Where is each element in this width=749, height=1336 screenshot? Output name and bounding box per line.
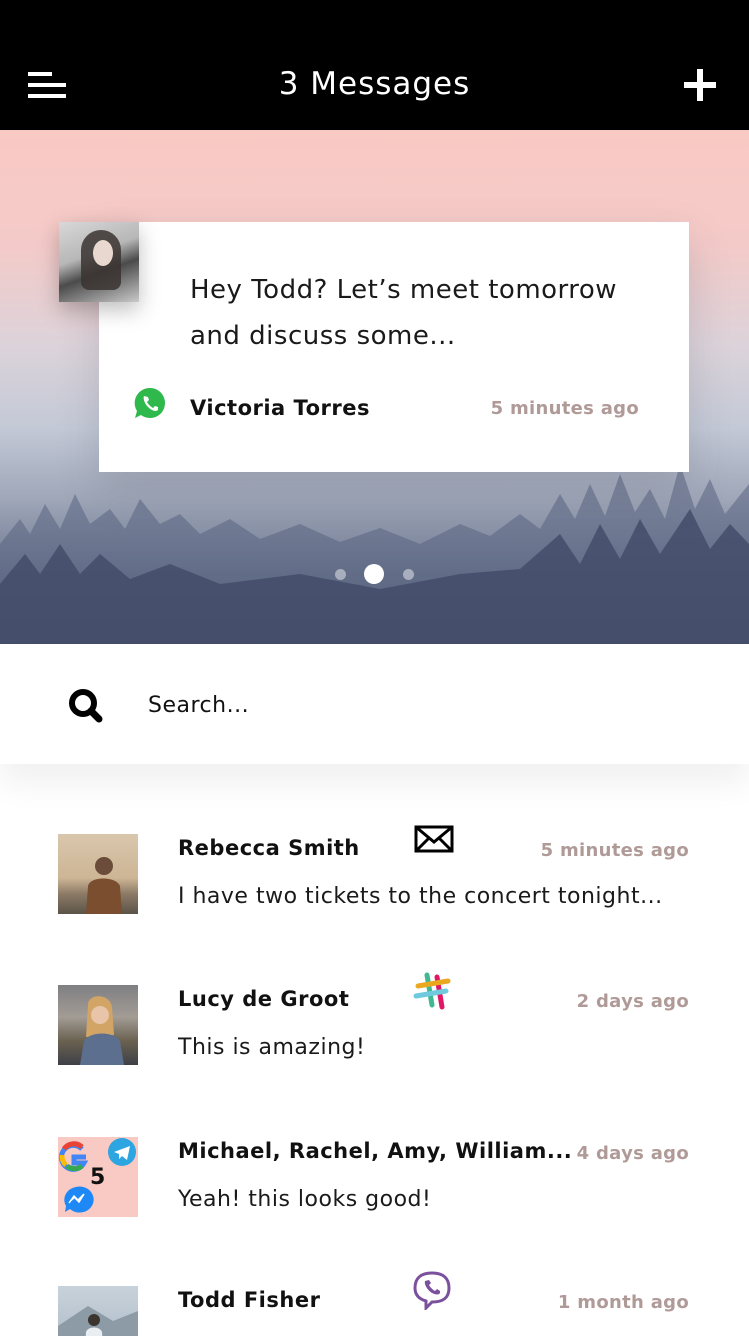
plus-bar — [697, 69, 703, 101]
messenger-icon — [64, 1186, 94, 1213]
featured-message-card[interactable]: Hey Todd? Let’s meet tomorrow and discus… — [99, 222, 689, 472]
list-item[interactable]: 5 Michael, Rachel, Amy, William... 4 day… — [0, 1067, 749, 1217]
avatar-person — [86, 857, 122, 914]
carousel-dot-active[interactable] — [364, 564, 384, 584]
plus-icon[interactable] — [684, 69, 716, 101]
sender-name: Lucy de Groot — [178, 987, 350, 1011]
message-preview: Yeah! this looks good! — [178, 1187, 432, 1212]
avatar[interactable] — [59, 222, 139, 302]
list-item[interactable]: Rebecca Smith 5 minutes ago I have two t… — [0, 764, 749, 914]
featured-message-carousel[interactable]: Hey Todd? Let’s meet tomorrow and discus… — [0, 130, 749, 644]
search-icon[interactable] — [66, 686, 104, 724]
sender-name: Todd Fisher — [178, 1288, 321, 1312]
google-icon — [58, 1141, 89, 1172]
timestamp: 4 days ago — [576, 1143, 689, 1164]
message-list: Rebecca Smith 5 minutes ago I have two t… — [0, 764, 749, 1336]
timestamp: 1 month ago — [557, 1292, 689, 1313]
message-preview: I have two tickets to the concert tonigh… — [178, 884, 663, 909]
sender-name: Rebecca Smith — [178, 836, 360, 860]
group-avatar: 5 — [58, 1137, 138, 1217]
featured-sender-name: Victoria Torres — [190, 396, 370, 420]
avatar — [58, 1286, 138, 1336]
slack-icon — [413, 972, 451, 1010]
carousel-dot[interactable] — [335, 569, 346, 580]
sender-name: Michael, Rachel, Amy, William... — [178, 1139, 573, 1163]
avatar — [58, 834, 138, 914]
timestamp: 2 days ago — [576, 991, 689, 1012]
telegram-icon — [108, 1138, 136, 1166]
list-item[interactable]: Todd Fisher 1 month ago — [0, 1216, 749, 1336]
search-bar — [0, 644, 749, 764]
list-item[interactable]: Lucy de Groot 2 days ago This is amazing… — [0, 915, 749, 1065]
page-title: 3 Messages — [278, 66, 471, 102]
timestamp: 5 minutes ago — [540, 840, 689, 861]
featured-message-text: Hey Todd? Let’s meet tomorrow and discus… — [190, 275, 618, 351]
avatar — [58, 985, 138, 1065]
avatar-person — [58, 1306, 138, 1336]
avatar-face — [93, 240, 113, 266]
top-bar: 3 Messages — [0, 0, 749, 130]
viber-icon — [413, 1271, 451, 1310]
search-input[interactable] — [148, 684, 708, 726]
carousel-indicators — [0, 564, 749, 584]
avatar-person — [80, 996, 124, 1065]
message-preview: This is amazing! — [178, 1035, 366, 1060]
group-count-badge: 5 — [90, 1165, 106, 1190]
mail-icon — [414, 825, 454, 853]
featured-timestamp: 5 minutes ago — [490, 398, 639, 419]
carousel-dot[interactable] — [403, 569, 414, 580]
whatsapp-icon — [134, 387, 165, 418]
